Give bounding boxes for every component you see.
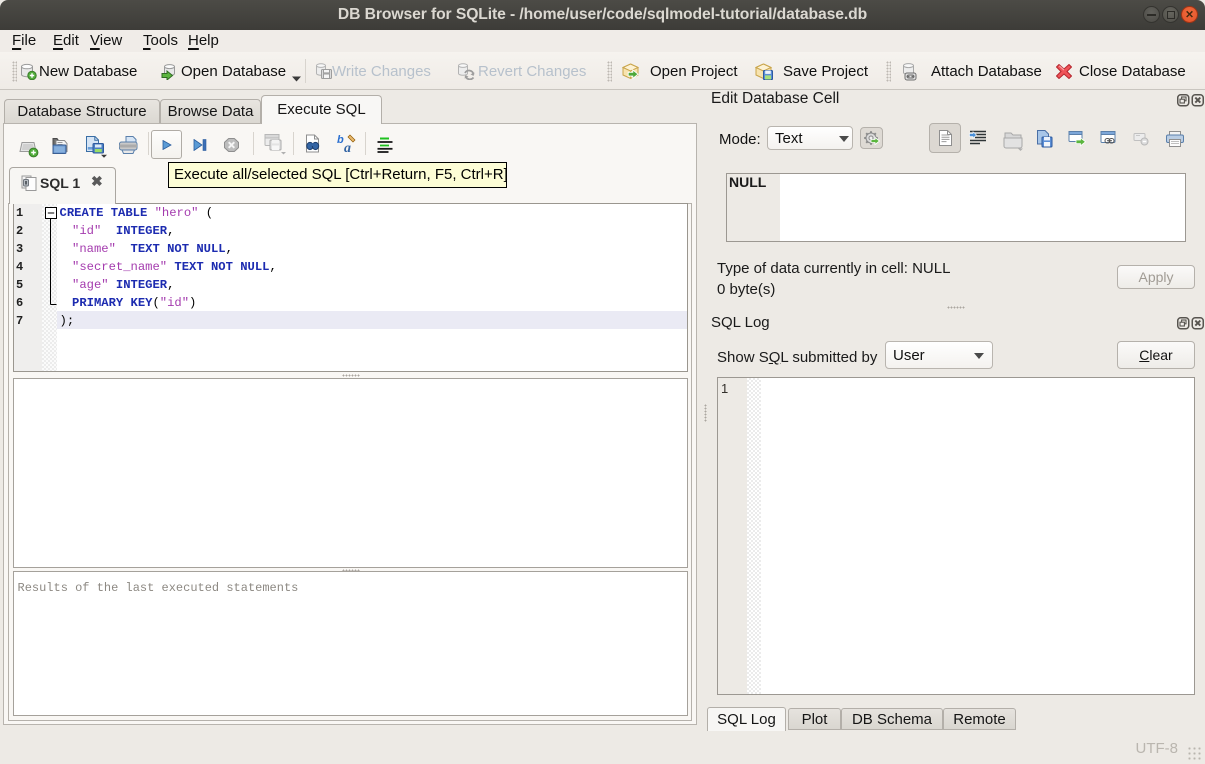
svg-text:b: b [337, 134, 344, 146]
svg-text:a: a [344, 141, 351, 155]
